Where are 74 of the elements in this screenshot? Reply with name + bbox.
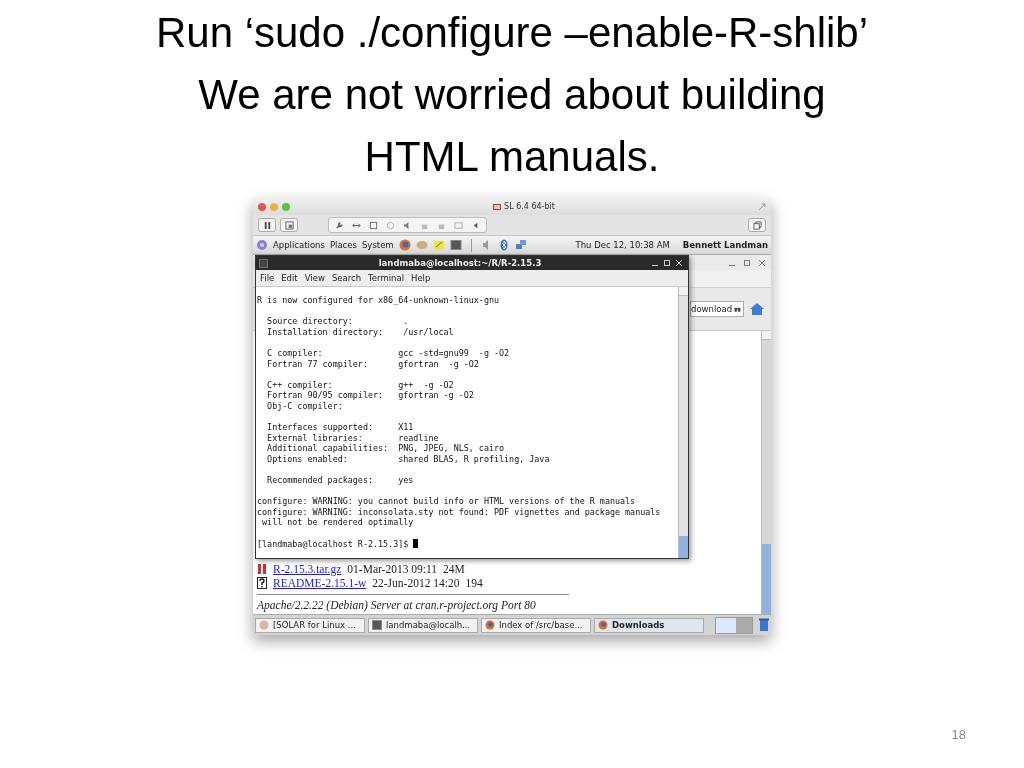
resize-icon[interactable] — [758, 202, 766, 211]
search-field[interactable]: download — [690, 301, 744, 317]
windows-icon — [752, 220, 762, 230]
scrollbar[interactable] — [678, 287, 688, 558]
terminal-line: will not be rendered optimally — [261, 517, 415, 529]
scrollbar[interactable] — [761, 331, 771, 614]
app-icon — [259, 620, 269, 630]
slide-title: Run ‘sudo ./configure –enable-R-shlib’ — [155, 8, 869, 58]
question-file-icon — [257, 577, 267, 589]
snapshot-button[interactable] — [280, 218, 298, 232]
taskbar-button[interactable]: Index of /src/base... — [481, 617, 591, 633]
server-footer: Apache/2.2.22 (Debian) Server at cran.r-project.org Port 80 — [257, 598, 757, 612]
globe-icon[interactable] — [398, 239, 411, 251]
window-title: SL 6.4 64-bit — [504, 202, 555, 211]
pause-button[interactable] — [258, 218, 276, 232]
terminal-prompt: [landmaba@localhost R-2.15.3]$ — [257, 538, 409, 550]
menu-item[interactable]: File — [260, 273, 275, 283]
arrow-left-icon[interactable] — [471, 220, 480, 230]
file-size: 24M — [443, 563, 465, 575]
taskbar-button[interactable]: landmaba@localh... — [368, 617, 478, 633]
terminal-line: configure: WARNING: inconsolata.sty not found: PDF vignettes and package manuals — [257, 506, 662, 518]
arrows-icon[interactable] — [352, 220, 361, 230]
terminal-icon — [259, 258, 268, 268]
vm-icon — [493, 202, 502, 211]
terminal-line: Source directory: . — [266, 316, 410, 327]
home-icon[interactable] — [749, 302, 765, 316]
menu-item[interactable]: Help — [411, 273, 431, 283]
slide-title: HTML manuals. — [363, 132, 661, 182]
terminal-line: External libraries: readline — [266, 432, 440, 444]
panel-menu[interactable]: Places — [329, 240, 357, 250]
terminal-line: Installation directory: /usr/local — [266, 326, 455, 338]
text-cursor — [413, 539, 419, 549]
taskbar-button[interactable]: [SOLAR for Linux ... — [255, 617, 365, 633]
terminal-line: Additional capabilities: PNG, JPEG, NLS, cairo — [266, 443, 506, 454]
wrench-icon[interactable] — [335, 220, 344, 230]
slide-title: We are not worried about building — [197, 70, 827, 120]
terminal-line: Fortran 77 compiler: gfortran -g -O2 — [266, 358, 480, 370]
terminal-line: C++ compiler: g++ -g -O2 — [266, 379, 455, 391]
menu-item[interactable]: Search — [331, 273, 362, 283]
taskbar-button[interactable]: Downloads — [594, 617, 704, 633]
menu-item[interactable]: View — [304, 273, 325, 283]
terminal-line: Recommended packages: yes — [266, 475, 415, 486]
window-title: landmaba@localhost:~/R/R-2.15.3 — [377, 258, 543, 268]
terminal-icon[interactable] — [449, 239, 462, 251]
window-button[interactable] — [748, 218, 766, 232]
menu-item[interactable]: Edit — [281, 273, 298, 283]
globe-icon — [485, 620, 495, 630]
globe-icon — [598, 620, 608, 630]
trash-icon[interactable] — [759, 618, 769, 632]
notes-icon[interactable] — [432, 239, 445, 251]
file-link[interactable]: README-2.15.1-w — [273, 577, 367, 589]
terminal-line: Fortran 90/95 compiler: gfortran -g -O2 — [266, 390, 475, 401]
maximize-icon[interactable] — [664, 260, 670, 266]
clock[interactable]: Thu Dec 12, 10:38 AM — [575, 240, 670, 250]
file-date: 01-Mar-2013 09:11 — [347, 563, 438, 575]
panel-menu[interactable]: System — [361, 240, 394, 250]
terminal-line: configure: WARNING: you cannot build info or HTML versions of the R manuals — [257, 496, 637, 507]
terminal-line: C compiler: gcc -std=gnu99 -g -O2 — [266, 347, 511, 359]
window-icon — [284, 220, 294, 230]
zoom-icon[interactable] — [282, 202, 290, 211]
file-date: 22-Jun-2012 14:20 — [372, 577, 460, 589]
menu-item[interactable]: Terminal — [368, 273, 404, 283]
page-number: 18 — [951, 727, 966, 742]
terminal-line: R is now configured for x86_64-unknown-linux-gnu — [257, 295, 501, 306]
terminal-icon — [372, 620, 382, 630]
terminal-line: Obj-C compiler: — [266, 400, 344, 412]
user-name[interactable]: Bennett Landman — [682, 240, 768, 250]
terminal-line: Options enabled: shared BLAS, R profiling, Java — [266, 453, 551, 465]
pause-icon — [262, 220, 272, 230]
terminal-line: Interfaces supported: X11 — [266, 422, 415, 433]
file-link[interactable]: R-2.15.3.tar.gz — [273, 563, 342, 575]
panel-menu[interactable]: Applications — [273, 240, 325, 250]
file-size: 194 — [465, 577, 483, 589]
workspace-switcher[interactable] — [715, 616, 753, 634]
